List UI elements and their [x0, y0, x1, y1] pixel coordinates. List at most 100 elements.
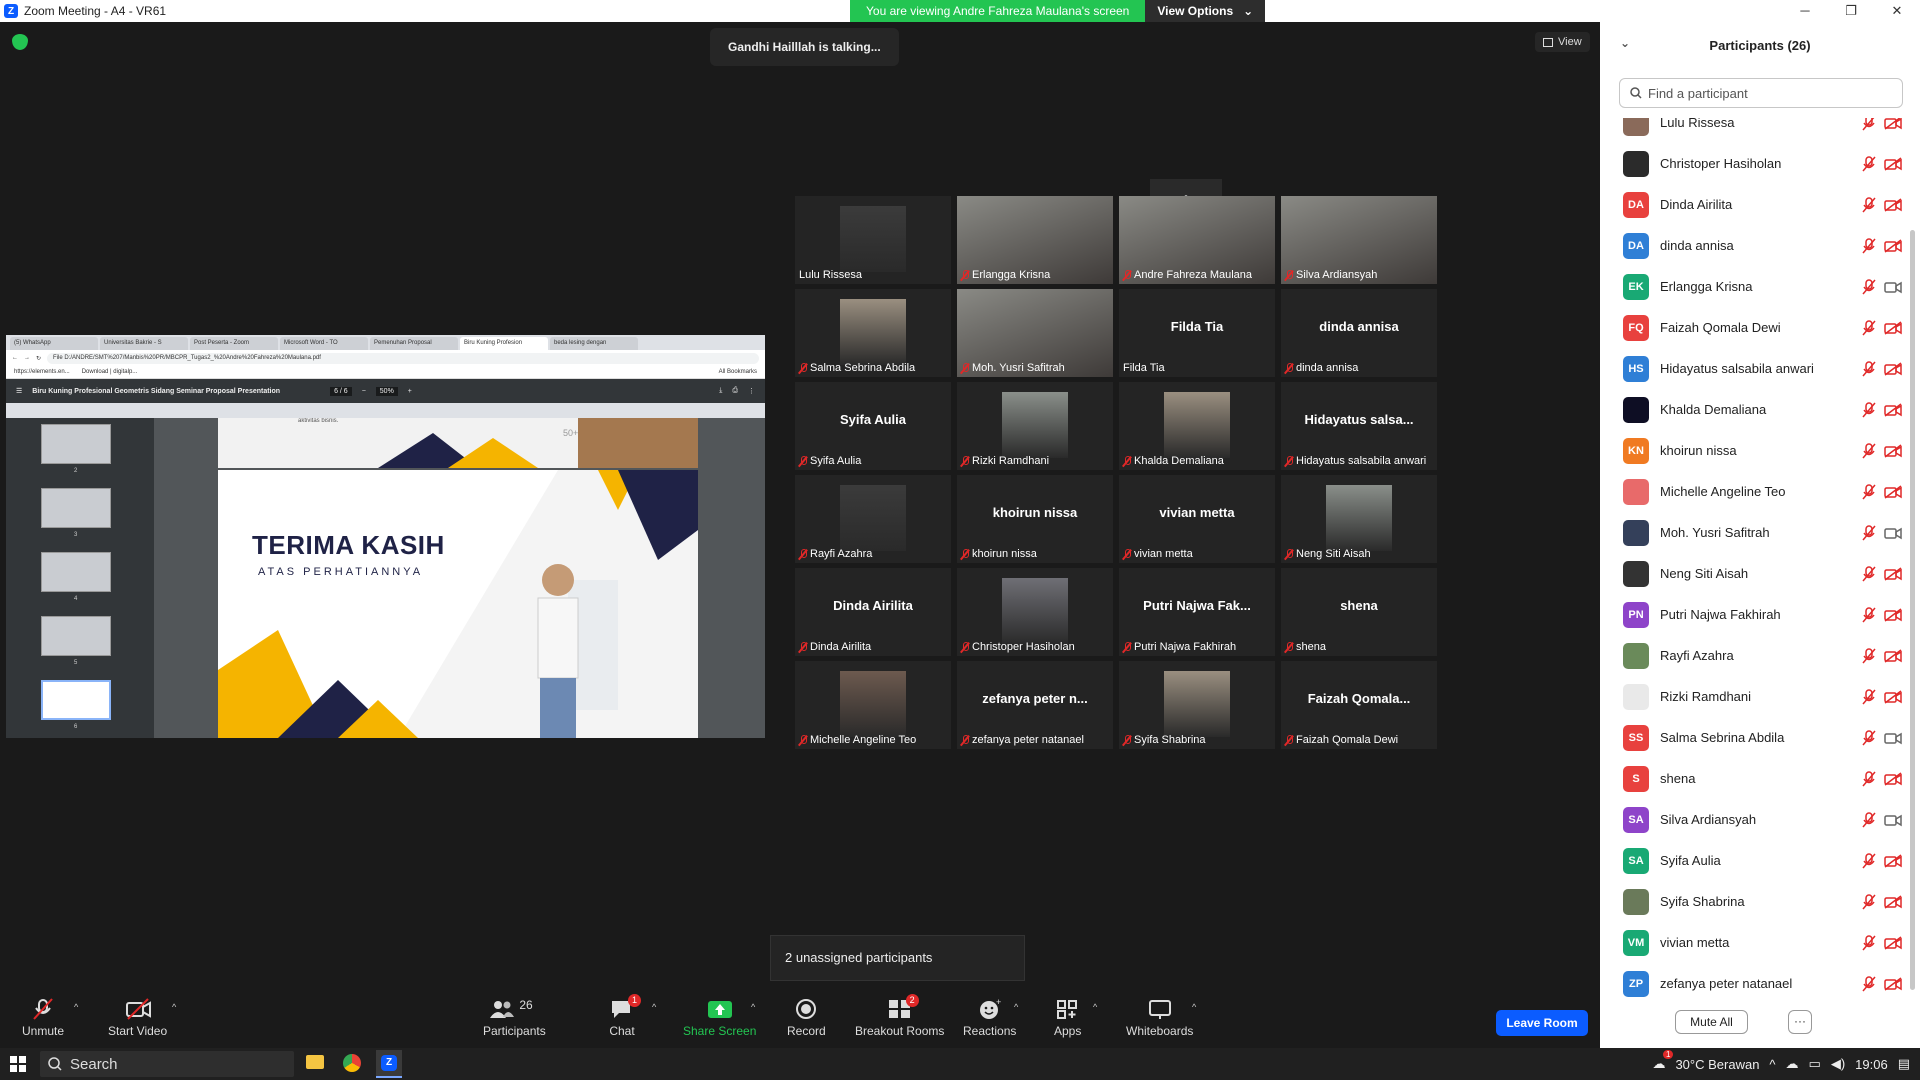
minimize-icon[interactable]: ─: [1782, 0, 1828, 22]
video-tile[interactable]: Dinda Airilita Dinda Airilita: [795, 568, 951, 656]
windows-start-icon[interactable]: [10, 1056, 26, 1077]
mute-all-button[interactable]: Mute All: [1675, 1010, 1748, 1034]
participant-row[interactable]: VM vivian metta: [1600, 922, 1910, 963]
participants-button[interactable]: 26 Participants: [483, 998, 546, 1038]
share-caret-icon[interactable]: ^: [751, 1002, 755, 1012]
video-tile[interactable]: Moh. Yusri Safitrah: [957, 289, 1113, 377]
video-tile[interactable]: Silva Ardiansyah: [1281, 196, 1437, 284]
video-off-icon[interactable]: [1884, 484, 1902, 499]
chat-caret-icon[interactable]: ^: [652, 1002, 656, 1012]
mic-muted-icon[interactable]: [1862, 852, 1876, 869]
audio-options-caret-icon[interactable]: ^: [74, 1002, 78, 1012]
shared-screen[interactable]: (5) WhatsApp Universitas Bakrie - S Post…: [6, 335, 765, 738]
video-tile[interactable]: Syifa Shabrina: [1119, 661, 1275, 749]
video-off-icon[interactable]: [1884, 156, 1902, 171]
onedrive-icon[interactable]: ☁: [1786, 1056, 1799, 1072]
video-off-icon[interactable]: [1884, 197, 1902, 212]
participant-row[interactable]: Moh. Yusri Safitrah: [1600, 512, 1910, 553]
participant-row[interactable]: EK Erlangga Krisna: [1600, 266, 1910, 307]
mic-muted-icon[interactable]: [1862, 118, 1876, 131]
video-off-icon[interactable]: [1884, 689, 1902, 704]
mic-muted-icon[interactable]: [1862, 401, 1876, 418]
mic-muted-icon[interactable]: [1862, 524, 1876, 541]
video-off-icon[interactable]: [1884, 853, 1902, 868]
leave-room-button[interactable]: Leave Room: [1496, 1010, 1588, 1036]
mic-muted-icon[interactable]: [1862, 893, 1876, 910]
reactions-caret-icon[interactable]: ^: [1014, 1002, 1018, 1012]
video-tile[interactable]: Lulu Rissesa: [795, 196, 951, 284]
whiteboards-caret-icon[interactable]: ^: [1192, 1002, 1196, 1012]
participant-row[interactable]: SA Syifa Aulia: [1600, 840, 1910, 881]
record-button[interactable]: Record: [787, 998, 826, 1038]
participant-row[interactable]: KN khoirun nissa: [1600, 430, 1910, 471]
video-off-icon[interactable]: [1884, 935, 1902, 950]
mic-muted-icon[interactable]: [1862, 975, 1876, 992]
participant-row[interactable]: Lulu Rissesa: [1600, 118, 1910, 143]
mic-muted-icon[interactable]: [1862, 606, 1876, 623]
video-tile[interactable]: Faizah Qomala... Faizah Qomala Dewi: [1281, 661, 1437, 749]
participant-row[interactable]: Khalda Demaliana: [1600, 389, 1910, 430]
maximize-icon[interactable]: ❐: [1828, 0, 1874, 22]
video-on-icon[interactable]: [1884, 731, 1902, 745]
participant-row[interactable]: Syifa Shabrina: [1600, 881, 1910, 922]
reactions-button[interactable]: + Reactions: [963, 997, 1016, 1038]
mic-muted-icon[interactable]: [1862, 360, 1876, 377]
video-off-icon[interactable]: [1884, 771, 1902, 786]
participant-search-input[interactable]: Find a participant: [1619, 78, 1903, 108]
video-on-icon[interactable]: [1884, 280, 1902, 294]
participant-row[interactable]: DA Dinda Airilita: [1600, 184, 1910, 225]
video-tile[interactable]: shena shena: [1281, 568, 1437, 656]
notification-icon[interactable]: ▤: [1898, 1056, 1910, 1072]
video-tile[interactable]: dinda annisa dinda annisa: [1281, 289, 1437, 377]
clock[interactable]: 19:06: [1855, 1057, 1888, 1072]
mic-muted-icon[interactable]: [1862, 934, 1876, 951]
apps-button[interactable]: Apps: [1054, 998, 1081, 1038]
start-video-button[interactable]: Start Video: [108, 998, 167, 1038]
video-tile[interactable]: Neng Siti Aisah: [1281, 475, 1437, 563]
video-tile[interactable]: Salma Sebrina Abdila: [795, 289, 951, 377]
more-options-button[interactable]: ···: [1788, 1010, 1812, 1034]
video-tile[interactable]: Christoper Hasiholan: [957, 568, 1113, 656]
video-on-icon[interactable]: [1884, 526, 1902, 540]
participant-row[interactable]: Rayfi Azahra: [1600, 635, 1910, 676]
participant-row[interactable]: ZP zefanya peter natanael: [1600, 963, 1910, 1004]
weather-icon[interactable]: ☁ 1: [1652, 1050, 1674, 1072]
mic-muted-icon[interactable]: [1862, 155, 1876, 172]
mic-muted-icon[interactable]: [1862, 565, 1876, 582]
chat-button[interactable]: 1 Chat: [609, 994, 641, 1038]
video-on-icon[interactable]: [1884, 813, 1902, 827]
weather-text[interactable]: 30°C Berawan: [1675, 1057, 1759, 1072]
video-tile[interactable]: Syifa Aulia Syifa Aulia: [795, 382, 951, 470]
video-off-icon[interactable]: [1884, 566, 1902, 581]
video-tile[interactable]: Rizki Ramdhani: [957, 382, 1113, 470]
video-options-caret-icon[interactable]: ^: [172, 1002, 176, 1012]
encryption-shield-icon[interactable]: [12, 34, 28, 50]
video-tile[interactable]: khoirun nissa khoirun nissa: [957, 475, 1113, 563]
video-off-icon[interactable]: [1884, 443, 1902, 458]
video-tile[interactable]: Erlangga Krisna: [957, 196, 1113, 284]
video-tile[interactable]: vivian metta vivian metta: [1119, 475, 1275, 563]
video-tile[interactable]: Khalda Demaliana: [1119, 382, 1275, 470]
participant-row[interactable]: Michelle Angeline Teo: [1600, 471, 1910, 512]
participant-row[interactable]: HS Hidayatus salsabila anwari: [1600, 348, 1910, 389]
participant-row[interactable]: Rizki Ramdhani: [1600, 676, 1910, 717]
unassigned-participants-tooltip[interactable]: 2 unassigned participants: [770, 935, 1025, 981]
mic-muted-icon[interactable]: [1862, 811, 1876, 828]
collapse-panel-chevron-icon[interactable]: ⌄: [1620, 36, 1630, 50]
video-off-icon[interactable]: [1884, 894, 1902, 909]
participant-row[interactable]: FQ Faizah Qomala Dewi: [1600, 307, 1910, 348]
mic-muted-icon[interactable]: [1862, 442, 1876, 459]
mic-muted-icon[interactable]: [1862, 688, 1876, 705]
unmute-button[interactable]: Unmute: [22, 998, 64, 1038]
zoom-taskbar-icon[interactable]: Z: [376, 1050, 402, 1078]
network-icon[interactable]: ▭: [1809, 1056, 1821, 1072]
file-explorer-icon[interactable]: [306, 1055, 324, 1069]
video-off-icon[interactable]: [1884, 607, 1902, 622]
video-tile[interactable]: Michelle Angeline Teo: [795, 661, 951, 749]
tray-chevron-up-icon[interactable]: ^: [1769, 1057, 1775, 1072]
mic-muted-icon[interactable]: [1862, 237, 1876, 254]
mic-muted-icon[interactable]: [1862, 278, 1876, 295]
close-icon[interactable]: ✕: [1874, 0, 1920, 22]
participant-row[interactable]: Sshena: [1600, 758, 1910, 799]
video-tile[interactable]: Rayfi Azahra: [795, 475, 951, 563]
